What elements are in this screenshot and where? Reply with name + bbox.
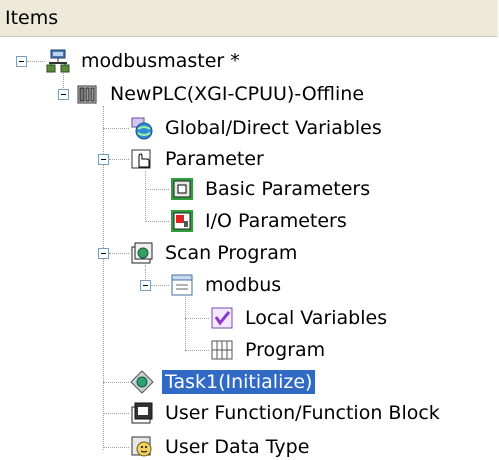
user-function-icon — [130, 401, 154, 425]
tree-item-label: Parameter — [165, 148, 264, 170]
items-header-label: Items — [5, 7, 59, 29]
program-ladder-icon — [210, 338, 234, 362]
tree-item-label: User Function/Function Block — [165, 402, 440, 424]
collapse-toggle-parameter[interactable] — [98, 154, 109, 165]
collapse-toggle-project[interactable] — [16, 56, 27, 67]
user-data-type-icon — [130, 435, 154, 459]
tree-item-modbus[interactable]: modbus — [170, 272, 284, 298]
collapse-toggle-plc[interactable] — [58, 89, 69, 100]
collapse-toggle-scan-program[interactable] — [98, 248, 109, 259]
scan-program-icon — [130, 241, 154, 265]
task-icon — [130, 370, 154, 394]
tree-line — [145, 221, 169, 222]
tree-item-label: Basic Parameters — [205, 178, 371, 200]
tree-line — [145, 189, 169, 190]
tree-item-label: Local Variables — [245, 307, 388, 329]
network-project-icon — [46, 49, 70, 73]
items-column-header[interactable]: Items — [0, 0, 499, 37]
tree-item-user-function[interactable]: User Function/Function Block — [130, 400, 443, 426]
tree-item-label: modbus — [205, 274, 282, 296]
tree-line — [103, 447, 129, 448]
tree-item-program[interactable]: Program — [210, 337, 328, 363]
tree-item-local-variables[interactable]: Local Variables — [210, 305, 390, 331]
tree-line — [145, 171, 146, 222]
parameter-icon — [130, 147, 154, 171]
tree-line — [185, 297, 186, 350]
tree-item-label: I/O Parameters — [205, 210, 347, 232]
tree-item-scan-program[interactable]: Scan Program — [130, 240, 300, 266]
tree-item-user-data-type[interactable]: User Data Type — [130, 434, 312, 460]
tree-item-plc[interactable]: NewPLC(XGI-CPUU)-Offline — [75, 81, 367, 107]
tree-item-project[interactable]: modbusmaster * — [46, 48, 243, 74]
plc-icon — [75, 82, 99, 106]
tree-line — [185, 318, 209, 319]
tree-line — [103, 382, 129, 383]
tree-item-label: Global/Direct Variables — [165, 117, 382, 139]
io-parameters-icon — [170, 209, 194, 233]
tree-item-io-parameters[interactable]: I/O Parameters — [170, 208, 350, 234]
tree-item-label: modbusmaster * — [81, 50, 240, 72]
tree-item-label: Task1(Initialize) — [162, 370, 316, 394]
tree-line — [109, 159, 129, 160]
tree-line — [185, 350, 209, 351]
tree-line — [109, 253, 129, 254]
tree-item-basic-parameters[interactable]: Basic Parameters — [170, 176, 373, 202]
tree-item-task1[interactable]: Task1(Initialize) — [130, 369, 316, 395]
tree-item-label: User Data Type — [165, 436, 310, 458]
tree-item-label: Program — [245, 339, 326, 361]
collapse-toggle-modbus[interactable] — [140, 280, 151, 291]
tree-item-label: Scan Program — [165, 242, 298, 264]
tree-item-label: NewPLC(XGI-CPUU)-Offline — [110, 83, 365, 105]
program-block-icon — [170, 273, 194, 297]
basic-parameters-icon — [170, 177, 194, 201]
global-variables-icon — [130, 116, 154, 140]
tree-line — [103, 413, 129, 414]
tree-line — [151, 285, 169, 286]
local-variables-icon — [210, 306, 234, 330]
tree-line — [103, 128, 129, 129]
tree-item-global-variables[interactable]: Global/Direct Variables — [130, 115, 385, 141]
tree-line — [27, 61, 45, 62]
tree-item-parameter[interactable]: Parameter — [130, 146, 267, 172]
